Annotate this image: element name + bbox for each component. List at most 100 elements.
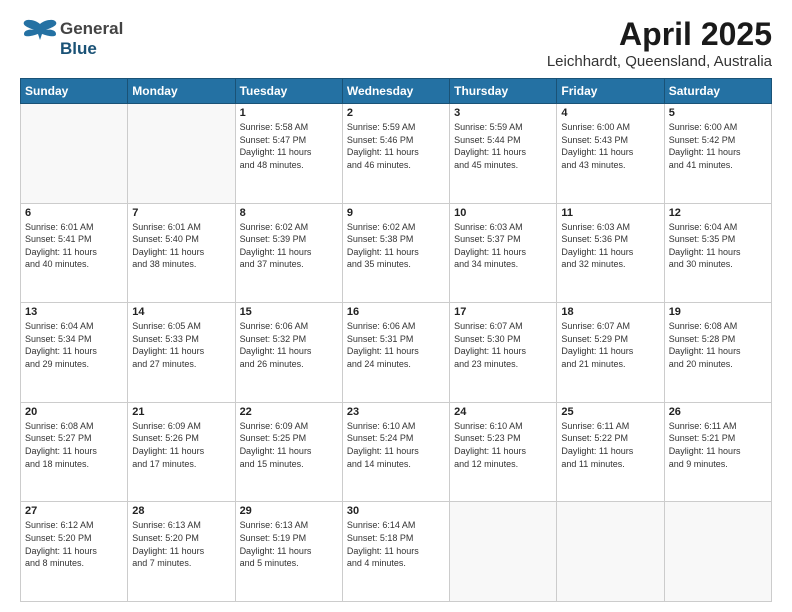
day-info: Sunrise: 6:04 AM Sunset: 5:34 PM Dayligh…	[25, 320, 123, 370]
calendar-cell: 23Sunrise: 6:10 AM Sunset: 5:24 PM Dayli…	[342, 402, 449, 502]
calendar-week-3: 13 Sunrise: 6:04 AM Sunset: 5:34 PM Dayli…	[21, 303, 772, 403]
calendar-cell: 15Sunrise: 6:06 AM Sunset: 5:32 PM Dayli…	[235, 303, 342, 403]
day-number: 4	[561, 107, 659, 119]
day-info: Sunrise: 6:08 AM Sunset: 5:27 PM Dayligh…	[25, 420, 123, 470]
day-info: Sunrise: 5:59 AM Sunset: 5:46 PM Dayligh…	[347, 121, 445, 171]
day-number: 16	[347, 306, 445, 318]
calendar-week-4: 20 Sunrise: 6:08 AM Sunset: 5:27 PM Dayli…	[21, 402, 772, 502]
day-info: Sunrise: 6:00 AM Sunset: 5:42 PM Dayligh…	[669, 121, 767, 171]
day-info: Sunrise: 6:11 AM Sunset: 5:22 PM Dayligh…	[561, 420, 659, 470]
calendar-cell	[664, 502, 771, 602]
day-number: 24	[454, 406, 552, 418]
calendar-cell: 19 Sunrise: 6:08 AM Sunset: 5:28 PM Dayli…	[664, 303, 771, 403]
calendar-cell	[128, 104, 235, 204]
day-number: 23	[347, 406, 445, 418]
calendar-header-friday: Friday	[557, 79, 664, 104]
main-title: April 2025	[547, 16, 772, 53]
day-info: Sunrise: 6:07 AM Sunset: 5:30 PM Dayligh…	[454, 320, 552, 370]
day-info: Sunrise: 6:08 AM Sunset: 5:28 PM Dayligh…	[669, 320, 767, 370]
calendar-cell: 28 Sunrise: 6:13 AM Sunset: 5:20 PM Dayli…	[128, 502, 235, 602]
day-number: 28	[132, 505, 230, 517]
day-number: 7	[132, 207, 230, 219]
day-number: 27	[25, 505, 123, 517]
header: General Blue April 2025 Leichhardt, Quee…	[20, 16, 772, 70]
calendar-header-saturday: Saturday	[664, 79, 771, 104]
calendar-week-2: 6Sunrise: 6:01 AM Sunset: 5:41 PM Daylig…	[21, 203, 772, 303]
day-number: 11	[561, 207, 659, 219]
day-info: Sunrise: 5:59 AM Sunset: 5:44 PM Dayligh…	[454, 121, 552, 171]
day-info: Sunrise: 6:11 AM Sunset: 5:21 PM Dayligh…	[669, 420, 767, 470]
title-area: April 2025 Leichhardt, Queensland, Austr…	[547, 16, 772, 70]
calendar-cell: 16 Sunrise: 6:06 AM Sunset: 5:31 PM Dayli…	[342, 303, 449, 403]
day-info: Sunrise: 6:09 AM Sunset: 5:26 PM Dayligh…	[132, 420, 230, 470]
page: General Blue April 2025 Leichhardt, Quee…	[0, 0, 792, 612]
day-info: Sunrise: 6:00 AM Sunset: 5:43 PM Dayligh…	[561, 121, 659, 171]
day-number: 26	[669, 406, 767, 418]
day-number: 2	[347, 107, 445, 119]
day-info: Sunrise: 6:02 AM Sunset: 5:38 PM Dayligh…	[347, 221, 445, 271]
calendar-week-5: 27 Sunrise: 6:12 AM Sunset: 5:20 PM Dayli…	[21, 502, 772, 602]
calendar-cell: 1Sunrise: 5:58 AM Sunset: 5:47 PM Daylig…	[235, 104, 342, 204]
day-info: Sunrise: 6:03 AM Sunset: 5:36 PM Dayligh…	[561, 221, 659, 271]
day-number: 30	[347, 505, 445, 517]
calendar-cell: 14 Sunrise: 6:05 AM Sunset: 5:33 PM Dayli…	[128, 303, 235, 403]
calendar-header-tuesday: Tuesday	[235, 79, 342, 104]
day-info: Sunrise: 6:10 AM Sunset: 5:23 PM Dayligh…	[454, 420, 552, 470]
day-info: Sunrise: 6:09 AM Sunset: 5:25 PM Dayligh…	[240, 420, 338, 470]
day-number: 14	[132, 306, 230, 318]
logo-general: General	[60, 19, 123, 39]
subtitle: Leichhardt, Queensland, Australia	[547, 53, 772, 70]
day-number: 6	[25, 207, 123, 219]
day-number: 1	[240, 107, 338, 119]
calendar-cell: 22 Sunrise: 6:09 AM Sunset: 5:25 PM Dayli…	[235, 402, 342, 502]
day-number: 5	[669, 107, 767, 119]
day-info: Sunrise: 6:13 AM Sunset: 5:20 PM Dayligh…	[132, 519, 230, 569]
day-number: 19	[669, 306, 767, 318]
day-number: 22	[240, 406, 338, 418]
calendar-cell: 2 Sunrise: 5:59 AM Sunset: 5:46 PM Daylig…	[342, 104, 449, 204]
day-info: Sunrise: 6:04 AM Sunset: 5:35 PM Dayligh…	[669, 221, 767, 271]
calendar-week-1: 1Sunrise: 5:58 AM Sunset: 5:47 PM Daylig…	[21, 104, 772, 204]
day-number: 10	[454, 207, 552, 219]
logo: General Blue	[20, 16, 123, 61]
day-number: 13	[25, 306, 123, 318]
calendar-cell: 8 Sunrise: 6:02 AM Sunset: 5:39 PM Daylig…	[235, 203, 342, 303]
calendar-cell: 7Sunrise: 6:01 AM Sunset: 5:40 PM Daylig…	[128, 203, 235, 303]
calendar-cell	[450, 502, 557, 602]
calendar-cell: 11 Sunrise: 6:03 AM Sunset: 5:36 PM Dayli…	[557, 203, 664, 303]
day-info: Sunrise: 6:03 AM Sunset: 5:37 PM Dayligh…	[454, 221, 552, 271]
day-number: 9	[347, 207, 445, 219]
day-info: Sunrise: 6:05 AM Sunset: 5:33 PM Dayligh…	[132, 320, 230, 370]
calendar-cell: 12 Sunrise: 6:04 AM Sunset: 5:35 PM Dayli…	[664, 203, 771, 303]
day-info: Sunrise: 6:06 AM Sunset: 5:31 PM Dayligh…	[347, 320, 445, 370]
day-info: Sunrise: 6:12 AM Sunset: 5:20 PM Dayligh…	[25, 519, 123, 569]
day-number: 25	[561, 406, 659, 418]
day-number: 29	[240, 505, 338, 517]
calendar-cell: 13 Sunrise: 6:04 AM Sunset: 5:34 PM Dayli…	[21, 303, 128, 403]
calendar-cell: 17 Sunrise: 6:07 AM Sunset: 5:30 PM Dayli…	[450, 303, 557, 403]
day-number: 8	[240, 207, 338, 219]
calendar-cell: 3Sunrise: 5:59 AM Sunset: 5:44 PM Daylig…	[450, 104, 557, 204]
calendar-cell: 24 Sunrise: 6:10 AM Sunset: 5:23 PM Dayli…	[450, 402, 557, 502]
day-info: Sunrise: 6:02 AM Sunset: 5:39 PM Dayligh…	[240, 221, 338, 271]
calendar-cell: 25 Sunrise: 6:11 AM Sunset: 5:22 PM Dayli…	[557, 402, 664, 502]
calendar-cell: 30 Sunrise: 6:14 AM Sunset: 5:18 PM Dayli…	[342, 502, 449, 602]
day-number: 17	[454, 306, 552, 318]
calendar-cell: 10 Sunrise: 6:03 AM Sunset: 5:37 PM Dayli…	[450, 203, 557, 303]
logo-icon	[20, 16, 60, 61]
day-number: 12	[669, 207, 767, 219]
calendar-cell	[21, 104, 128, 204]
calendar-cell: 18Sunrise: 6:07 AM Sunset: 5:29 PM Dayli…	[557, 303, 664, 403]
day-info: Sunrise: 6:07 AM Sunset: 5:29 PM Dayligh…	[561, 320, 659, 370]
logo-text-block: General Blue	[60, 19, 123, 59]
calendar-cell: 5 Sunrise: 6:00 AM Sunset: 5:42 PM Daylig…	[664, 104, 771, 204]
calendar-header-sunday: Sunday	[21, 79, 128, 104]
day-number: 15	[240, 306, 338, 318]
calendar-cell: 29 Sunrise: 6:13 AM Sunset: 5:19 PM Dayli…	[235, 502, 342, 602]
day-info: Sunrise: 6:14 AM Sunset: 5:18 PM Dayligh…	[347, 519, 445, 569]
calendar-cell: 9 Sunrise: 6:02 AM Sunset: 5:38 PM Daylig…	[342, 203, 449, 303]
calendar-cell: 21Sunrise: 6:09 AM Sunset: 5:26 PM Dayli…	[128, 402, 235, 502]
day-info: Sunrise: 6:13 AM Sunset: 5:19 PM Dayligh…	[240, 519, 338, 569]
day-number: 20	[25, 406, 123, 418]
calendar-cell: 6Sunrise: 6:01 AM Sunset: 5:41 PM Daylig…	[21, 203, 128, 303]
